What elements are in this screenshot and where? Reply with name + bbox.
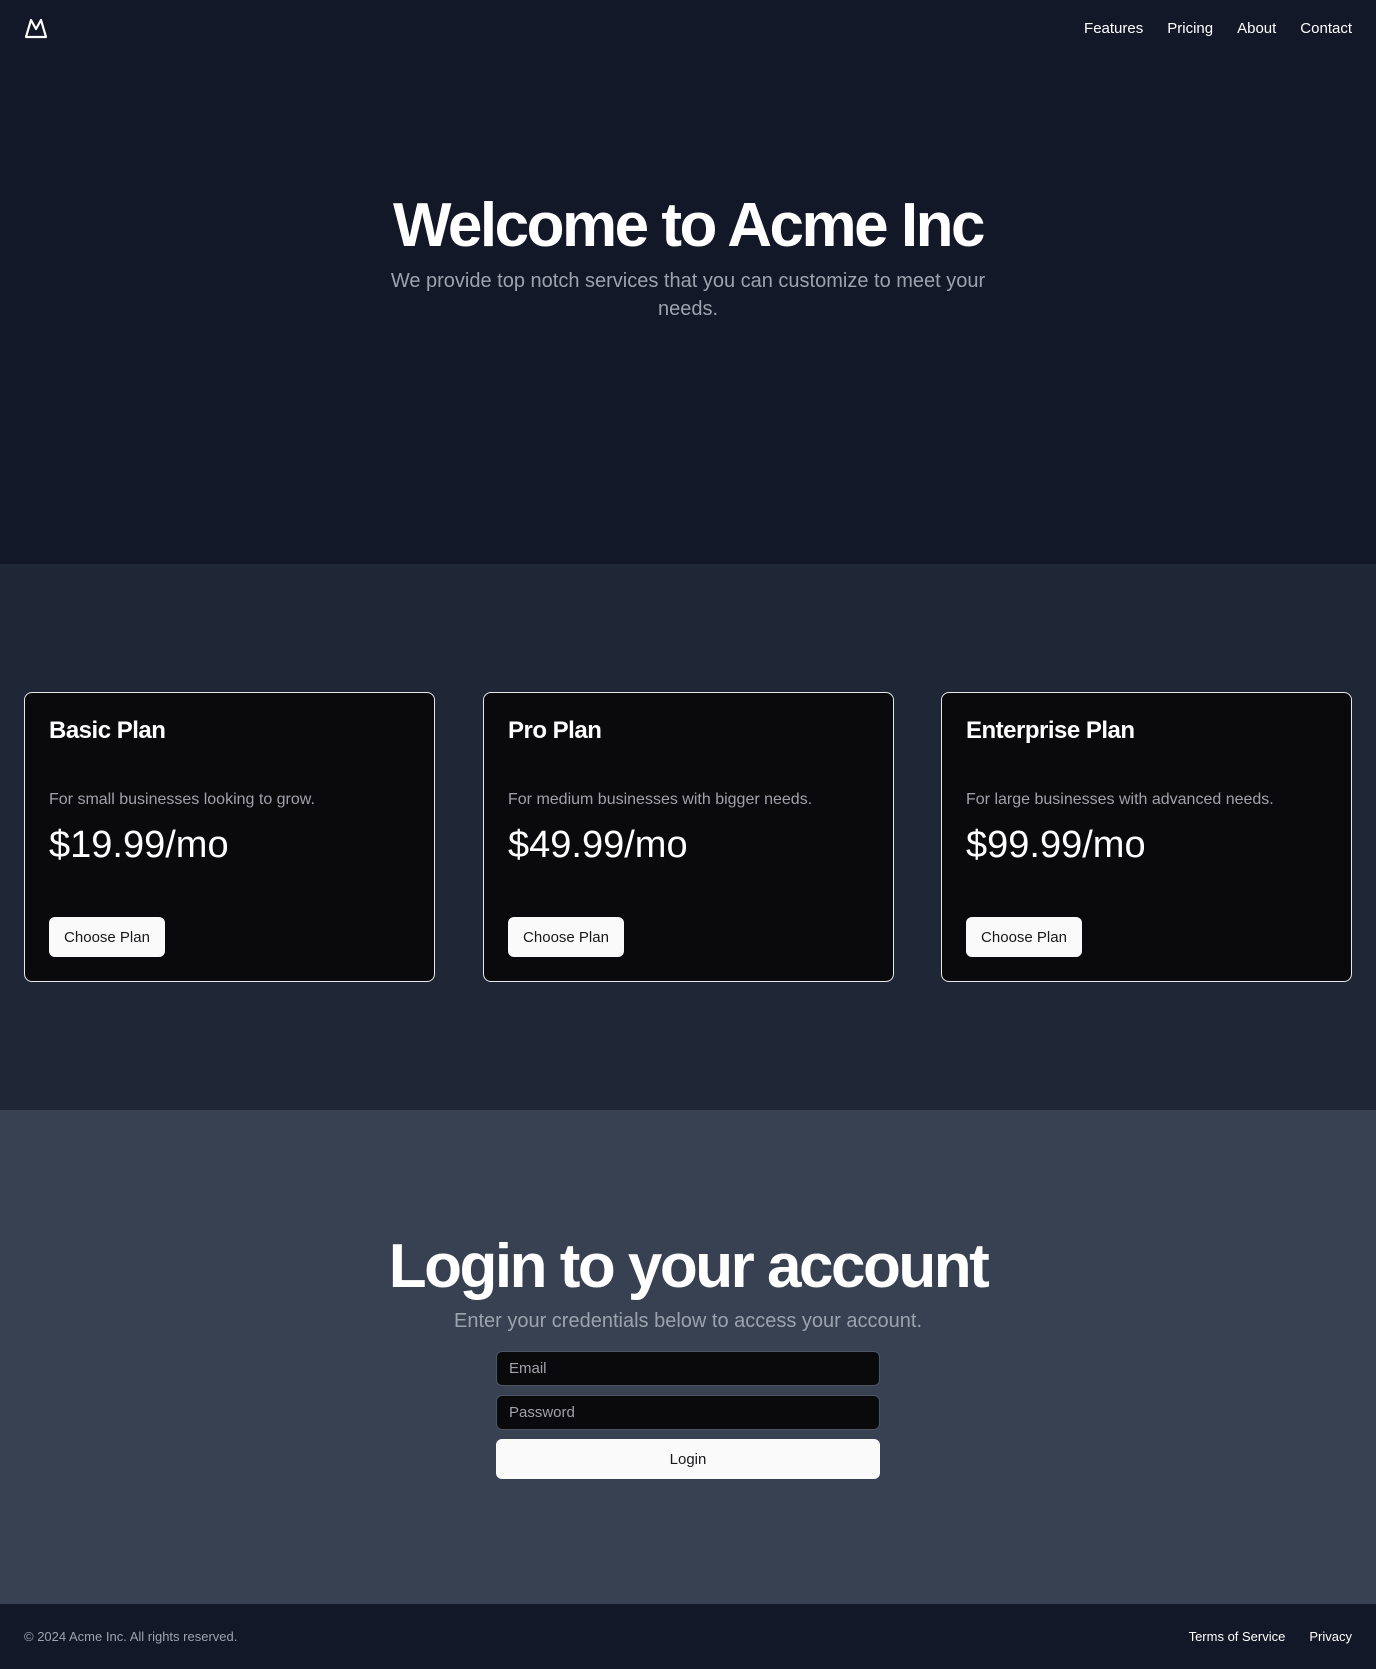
nav-pricing[interactable]: Pricing [1167,20,1213,37]
plan-price: $99.99/mo [966,824,1146,866]
login-title: Login to your account [388,1232,990,1301]
plan-card-pro: Pro Plan For medium businesses with bigg… [483,692,894,982]
hero-subtitle: We provide top notch services that you c… [390,270,986,320]
site-header: Features Pricing About Contact [0,0,1376,56]
email-input[interactable] [496,1351,880,1386]
nav-contact[interactable]: Contact [1300,20,1352,37]
hero-title: Welcome to Acme Inc [393,191,985,260]
pricing-section: Basic Plan For small businesses looking … [0,564,1376,1110]
nav-about[interactable]: About [1237,20,1276,37]
plan-description: For small businesses looking to grow. [49,791,315,808]
plan-description: For large businesses with advanced needs… [966,791,1274,808]
plan-price: $19.99/mo [49,824,229,866]
plan-price: $49.99/mo [508,824,688,866]
login-button[interactable]: Login [496,1439,880,1479]
mountain-icon [24,18,48,39]
plan-name: Pro Plan [508,717,602,744]
password-input[interactable] [496,1395,880,1430]
login-form: Login [496,1351,880,1479]
login-subtitle: Enter your credentials below to access y… [453,1310,923,1332]
logo-link[interactable] [24,16,48,40]
plan-name: Enterprise Plan [966,717,1135,744]
plan-description: For medium businesses with bigger needs. [508,791,813,808]
terms-link[interactable]: Terms of Service [1189,1629,1286,1644]
choose-plan-button[interactable]: Choose Plan [966,917,1082,957]
nav-features[interactable]: Features [1084,20,1143,37]
footer-links: Terms of Service Privacy [1189,1629,1352,1644]
choose-plan-button[interactable]: Choose Plan [49,917,165,957]
copyright-text: © 2024 Acme Inc. All rights reserved. [24,1629,238,1644]
hero-section: Welcome to Acme Inc We provide top notch… [0,0,1376,564]
privacy-link[interactable]: Privacy [1309,1629,1352,1644]
plan-card-basic: Basic Plan For small businesses looking … [24,692,435,982]
main-nav: Features Pricing About Contact [1084,20,1352,37]
site-footer: © 2024 Acme Inc. All rights reserved. Te… [0,1604,1376,1669]
plan-card-enterprise: Enterprise Plan For large businesses wit… [941,692,1352,982]
plan-name: Basic Plan [49,717,166,744]
login-section: Login to your account Enter your credent… [0,1110,1376,1604]
choose-plan-button[interactable]: Choose Plan [508,917,624,957]
